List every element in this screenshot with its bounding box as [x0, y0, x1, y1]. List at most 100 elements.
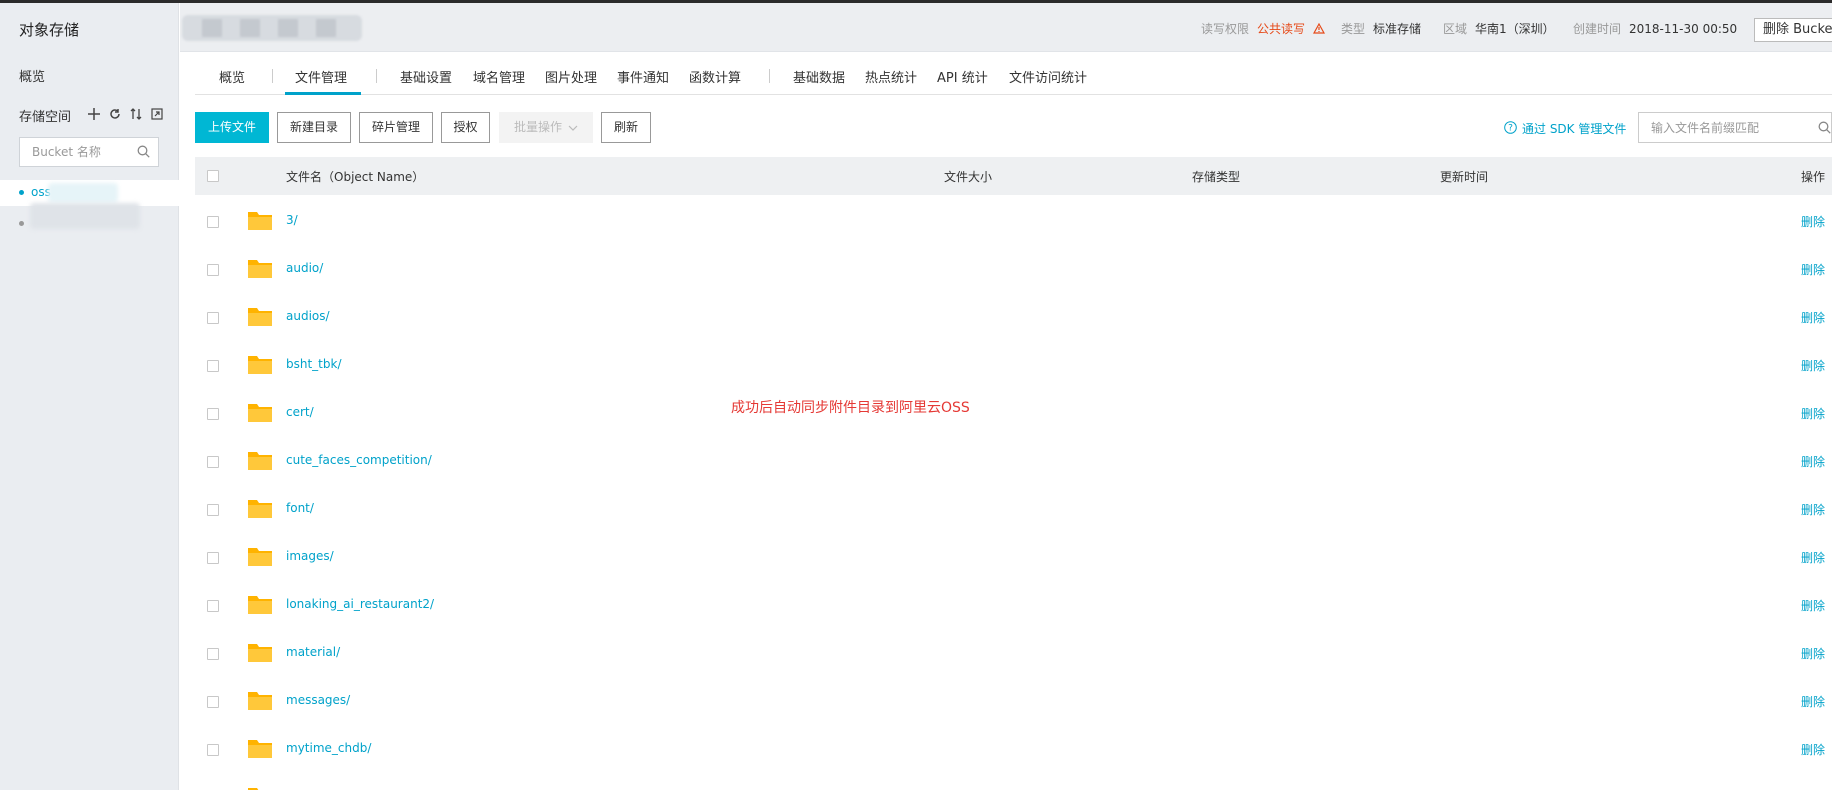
bucket-search	[19, 137, 159, 167]
row-checkbox[interactable]	[207, 456, 219, 468]
row-checkbox[interactable]	[207, 648, 219, 660]
file-prefix-search-input[interactable]	[1651, 113, 1811, 142]
add-icon[interactable]	[86, 106, 101, 121]
refresh-button[interactable]: 刷新	[601, 112, 651, 143]
tab-event-notification[interactable]: 事件通知	[617, 67, 669, 86]
table-row	[195, 773, 1832, 790]
table-row: font/删除	[195, 485, 1832, 533]
created-time: 创建时间 2018-11-30 00:50	[1573, 22, 1738, 36]
folder-name-link[interactable]: 3/	[286, 213, 298, 227]
folder-name-link[interactable]: lonaking_ai_restaurant2/	[286, 597, 434, 611]
folder-name-link[interactable]: bsht_tbk/	[286, 357, 342, 371]
delete-link[interactable]: 删除	[1801, 645, 1825, 662]
sort-icon[interactable]	[128, 106, 143, 121]
tab-basic-data[interactable]: 基础数据	[793, 67, 845, 86]
row-checkbox[interactable]	[207, 504, 219, 516]
authorize-button[interactable]: 授权	[441, 112, 490, 143]
delete-link[interactable]: 删除	[1801, 405, 1825, 422]
redacted-bucket-name	[30, 203, 140, 229]
active-tab-indicator	[285, 92, 361, 95]
fragment-management-button[interactable]: 碎片管理	[359, 112, 433, 143]
tab-basic-settings[interactable]: 基础设置	[400, 67, 452, 86]
sidebar: 对象存储 概览 存储空间 oss	[0, 3, 179, 790]
tab-function-compute[interactable]: 函数计算	[689, 67, 741, 86]
tab-image-processing[interactable]: 图片处理	[545, 67, 597, 86]
row-checkbox[interactable]	[207, 408, 219, 420]
sdk-manage-link[interactable]: ? 通过 SDK 管理文件	[1504, 120, 1626, 137]
svg-text:?: ?	[1508, 123, 1513, 133]
folder-name-link[interactable]: audios/	[286, 309, 330, 323]
folder-name-link[interactable]: mytime_chdb/	[286, 741, 371, 755]
expand-icon[interactable]	[149, 106, 164, 121]
warning-icon	[1312, 22, 1325, 37]
folder-name-link[interactable]: images/	[286, 549, 334, 563]
tab-bar: 概览 文件管理 基础设置 域名管理 图片处理 事件通知 函数计算 基础数据 热点…	[195, 55, 1832, 95]
folder-icon	[247, 737, 273, 763]
table-row: audio/删除	[195, 245, 1832, 293]
active-dot	[19, 190, 24, 195]
sidebar-item-overview[interactable]: 概览	[19, 66, 45, 85]
refresh-icon[interactable]	[107, 106, 122, 121]
row-checkbox[interactable]	[207, 696, 219, 708]
row-checkbox[interactable]	[207, 360, 219, 372]
redacted-bucket-title	[182, 15, 362, 41]
delete-link[interactable]: 删除	[1801, 501, 1825, 518]
bucket-search-input[interactable]	[32, 138, 137, 166]
delete-link[interactable]: 删除	[1801, 453, 1825, 470]
tab-overview[interactable]: 概览	[219, 67, 245, 86]
new-directory-button[interactable]: 新建目录	[277, 112, 351, 143]
table-row: mytime_chdb/删除	[195, 725, 1832, 773]
folder-name-link[interactable]: font/	[286, 501, 314, 515]
annotation-text: 成功后自动同步附件目录到阿里云OSS	[731, 400, 970, 416]
bucket-header: 读写权限 公共读写 类型 标准存储 区域 华南1（深圳） 创建时间 2018-11-30…	[180, 3, 1832, 52]
table-row: messages/删除	[195, 677, 1832, 725]
delete-link[interactable]: 删除	[1801, 549, 1825, 566]
select-all-checkbox[interactable]	[207, 170, 219, 182]
tab-file-access-stats[interactable]: 文件访问统计	[1009, 67, 1087, 86]
delete-link[interactable]: 删除	[1801, 261, 1825, 278]
table-row: 3/删除	[195, 197, 1832, 245]
table-row: bsht_tbk/删除	[195, 341, 1832, 389]
search-icon[interactable]	[137, 145, 150, 162]
batch-operations-dropdown[interactable]: 批量操作	[499, 112, 593, 143]
tab-api-stats[interactable]: API 统计	[937, 67, 988, 86]
folder-name-link[interactable]: messages/	[286, 693, 350, 707]
folder-name-link[interactable]: audio/	[286, 261, 323, 275]
tab-hotspot-stats[interactable]: 热点统计	[865, 67, 917, 86]
row-checkbox[interactable]	[207, 264, 219, 276]
rw-permission: 读写权限 公共读写	[1201, 20, 1325, 37]
row-checkbox[interactable]	[207, 312, 219, 324]
delete-bucket-button[interactable]: 删除 Bucket	[1754, 18, 1832, 42]
storage-type: 类型 标准存储	[1341, 22, 1422, 36]
column-updated-time: 更新时间	[1440, 170, 1489, 184]
folder-icon	[247, 593, 273, 619]
tab-file-management[interactable]: 文件管理	[295, 67, 347, 86]
chevron-down-icon	[568, 113, 578, 142]
delete-link[interactable]: 删除	[1801, 357, 1825, 374]
bucket-dot	[19, 221, 24, 226]
table-row: cert/删除	[195, 389, 1832, 437]
delete-link[interactable]: 删除	[1801, 309, 1825, 326]
column-storage-type: 存储类型	[1192, 170, 1241, 184]
bucket-item[interactable]	[0, 203, 179, 237]
row-checkbox[interactable]	[207, 552, 219, 564]
row-checkbox[interactable]	[207, 600, 219, 612]
folder-name-link[interactable]: cert/	[286, 405, 314, 419]
redacted-bucket-name	[48, 183, 118, 203]
storage-space-label: 存储空间	[19, 110, 72, 125]
row-checkbox[interactable]	[207, 744, 219, 756]
folder-icon	[247, 449, 273, 475]
folder-name-link[interactable]: cute_faces_competition/	[286, 453, 432, 467]
row-checkbox[interactable]	[207, 216, 219, 228]
delete-link[interactable]: 删除	[1801, 693, 1825, 710]
folder-name-link[interactable]: material/	[286, 645, 340, 659]
tab-domain-management[interactable]: 域名管理	[473, 67, 525, 86]
delete-link[interactable]: 删除	[1801, 597, 1825, 614]
folder-icon	[247, 305, 273, 331]
folder-icon	[247, 641, 273, 667]
delete-link[interactable]: 删除	[1801, 741, 1825, 758]
folder-icon	[247, 401, 273, 427]
upload-file-button[interactable]: 上传文件	[195, 112, 269, 143]
delete-link[interactable]: 删除	[1801, 213, 1825, 230]
search-icon[interactable]	[1818, 121, 1831, 138]
